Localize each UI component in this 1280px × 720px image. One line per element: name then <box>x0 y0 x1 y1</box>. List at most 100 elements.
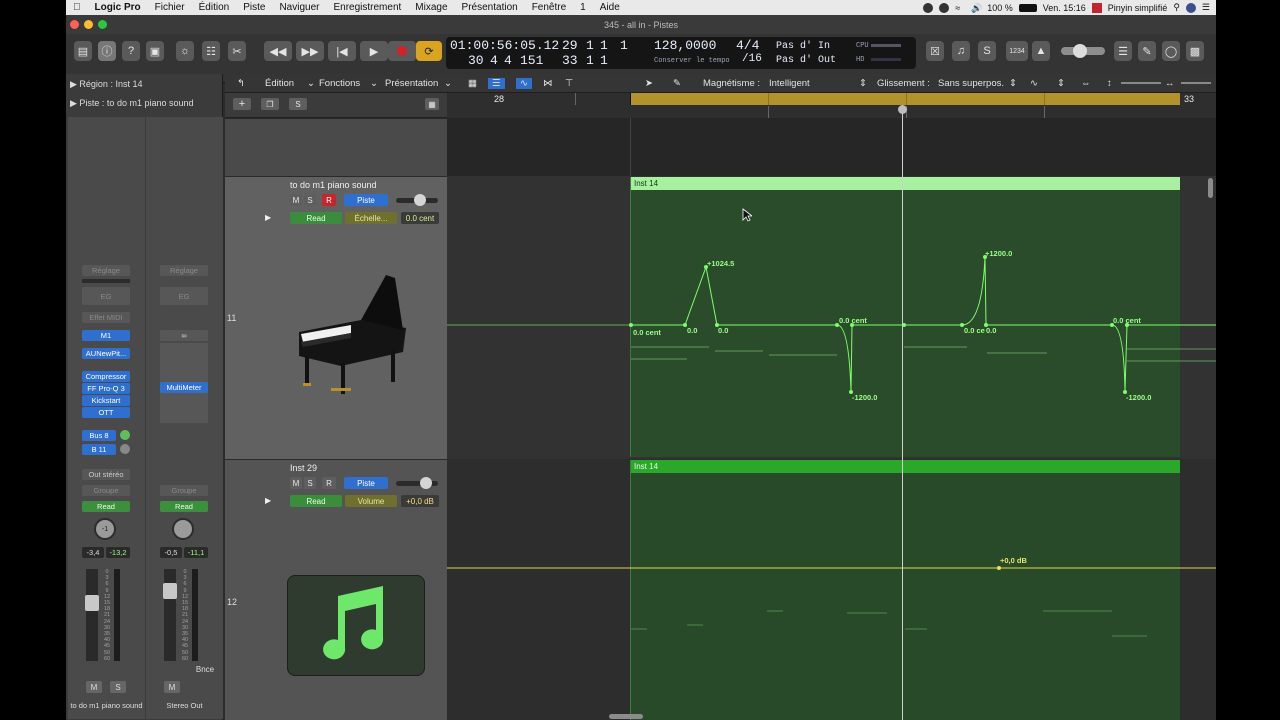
solo-button[interactable]: S <box>304 477 316 489</box>
menu-fichier[interactable]: Fichier <box>148 2 192 13</box>
menu-mixage[interactable]: Mixage <box>408 2 454 13</box>
cycle-button[interactable]: ⟳ <box>416 41 442 61</box>
horizontal-zoom-icon[interactable]: ↔ <box>1165 78 1175 89</box>
vertical-scrollbar[interactable] <box>1208 178 1213 198</box>
automation-param-select[interactable]: Échelle... <box>345 212 397 224</box>
send-slot-2[interactable]: B 11 <box>82 444 116 455</box>
flex-icon[interactable]: ⋈ <box>543 78 553 89</box>
region-inspector-header[interactable]: ▶ Région : Inst 14 <box>70 75 142 93</box>
menu-1[interactable]: 1 <box>573 2 593 13</box>
toolbar-button[interactable]: ▣ <box>146 41 164 61</box>
volume-fader-cap[interactable] <box>163 583 177 599</box>
group-slot[interactable]: Groupe <box>82 485 130 496</box>
automation-mode[interactable]: Read <box>160 501 208 512</box>
mute-button[interactable]: M <box>164 681 180 693</box>
automation-param-select[interactable]: Volume <box>345 495 397 507</box>
notepad-button[interactable]: ✎ <box>1138 41 1156 61</box>
solo-button[interactable]: S <box>304 194 316 206</box>
disclosure-icon[interactable]: ▶ <box>265 213 271 222</box>
list-view-icon[interactable]: ☰ <box>488 77 505 89</box>
track-name[interactable]: to do m1 piano sound <box>290 180 377 190</box>
metronome-button[interactable]: ▲ <box>1032 41 1050 61</box>
group-slot[interactable]: Groupe <box>160 485 208 496</box>
vertical-zoom-slider[interactable] <box>1121 82 1161 84</box>
grid-view-icon[interactable]: ▦ <box>468 78 477 89</box>
waveform-zoom-icon[interactable]: ∿ <box>1030 78 1038 89</box>
editors-button[interactable]: ✂ <box>228 41 246 61</box>
record-enable-button[interactable]: R <box>322 477 336 489</box>
eq-button[interactable]: EG <box>82 287 130 305</box>
volume-value[interactable]: -3,4 <box>82 547 104 558</box>
automation-mode-select[interactable]: Read <box>290 495 342 507</box>
track-row-12[interactable]: 12 Inst 29 M S R Piste ▶ Read Volume +0,… <box>225 459 447 720</box>
lcd-display[interactable]: 01:00:56:05.12 29 1 1 1 30 4 4 151 33 1 … <box>446 37 916 69</box>
quick-help-button[interactable]: ? <box>122 41 140 61</box>
solo-button-strip[interactable]: S <box>110 681 126 693</box>
apple-icon[interactable]:  <box>66 2 88 13</box>
menu-aide[interactable]: Aide <box>593 2 627 13</box>
disclosure-icon[interactable]: ▶ <box>265 496 271 505</box>
secondary-tool-icon[interactable]: ✎ <box>673 78 681 89</box>
volume-fader-track[interactable] <box>86 569 98 661</box>
automation-value[interactable]: +0,0 dB <box>401 495 439 507</box>
edit-menu[interactable]: Édition <box>265 78 294 89</box>
count-in-button[interactable]: 1234 <box>1006 41 1028 61</box>
horizontal-scrollbar[interactable] <box>609 714 643 719</box>
eq-button[interactable]: EG <box>160 287 208 305</box>
setting-button[interactable]: Réglage <box>160 265 208 276</box>
menu-piste[interactable]: Piste <box>236 2 272 13</box>
audio-fx-slot-1[interactable]: Compressor <box>82 371 130 382</box>
library-button[interactable]: ▤ <box>74 41 92 61</box>
horizontal-zoom-slider[interactable] <box>1181 82 1211 84</box>
global-solo-button[interactable]: S <box>289 98 307 110</box>
track-volume-knob[interactable] <box>420 477 432 489</box>
master-volume-slider[interactable] <box>1061 44 1105 58</box>
link-button[interactable]: ∞ <box>160 330 208 341</box>
spotlight-icon[interactable]: ⚲ <box>1173 2 1180 13</box>
setting-button[interactable]: Réglage <box>82 265 130 276</box>
menu-enregistrement[interactable]: Enregistrement <box>326 2 408 13</box>
track-volume-slider[interactable] <box>396 194 438 206</box>
master-volume-knob[interactable] <box>1073 44 1087 58</box>
menubar-clock[interactable]: Ven. 15:16 <box>1043 3 1086 13</box>
track-volume-slider[interactable] <box>396 477 438 489</box>
replace-button[interactable]: ☒ <box>926 41 944 61</box>
record-enable-button[interactable]: R <box>322 194 336 206</box>
output-slot[interactable]: Out stéréo <box>82 469 130 480</box>
midi-fx-slot[interactable]: AUNewPit... <box>82 348 130 359</box>
duplicate-track-button[interactable]: ❐ <box>261 98 279 110</box>
track-row-11[interactable]: 11 to do m1 piano sound M S R Piste ▶ Re… <box>225 176 447 459</box>
menu-app[interactable]: Logic Pro <box>88 2 148 13</box>
smart-controls-button[interactable]: ☼ <box>176 41 194 61</box>
control-center-icon[interactable]: ☰ <box>1202 2 1210 13</box>
track-name[interactable]: Inst 29 <box>290 463 317 473</box>
menu-presentation[interactable]: Présentation <box>455 2 525 13</box>
send-knob-1[interactable] <box>120 430 130 440</box>
input-source-icon[interactable] <box>1091 2 1102 13</box>
audio-fx-slot-1[interactable]: MultiMeter <box>160 382 208 393</box>
automation-mode[interactable]: Read <box>82 501 130 512</box>
record-button[interactable] <box>388 41 416 61</box>
zoom-button[interactable] <box>98 20 107 29</box>
snap-select[interactable]: Intelligent <box>769 78 810 89</box>
mute-button[interactable]: M <box>86 681 102 693</box>
audio-fx-slot-3[interactable]: Kickstart <box>82 395 130 406</box>
list-editors-button[interactable]: ☰ <box>1114 41 1132 61</box>
automation-view-icon[interactable]: ∿ <box>516 77 532 89</box>
playhead[interactable] <box>902 105 903 720</box>
view-menu[interactable]: Présentation <box>385 78 438 89</box>
strip-name[interactable]: Stereo Out <box>146 701 223 710</box>
eq-display[interactable] <box>82 279 130 283</box>
mute-button[interactable]: M <box>290 194 302 206</box>
cycle-region[interactable] <box>630 93 1180 105</box>
audio-fx-slot-4[interactable]: OTT <box>82 407 130 418</box>
global-tracks-button[interactable]: ▦ <box>425 98 439 110</box>
input-source-label[interactable]: Pinyin simplifié <box>1108 3 1168 13</box>
solo-button[interactable]: S <box>978 41 996 61</box>
wifi-icon[interactable]: ≈ <box>955 3 965 13</box>
vertical-fit-icon[interactable]: ⇕ <box>1057 78 1065 89</box>
volume-icon[interactable]: 🔊 <box>971 3 982 13</box>
play-button[interactable]: ▶ <box>360 41 388 61</box>
vertical-zoom-icon[interactable]: ↕ <box>1107 78 1112 89</box>
volume-value[interactable]: -0,5 <box>160 547 182 558</box>
